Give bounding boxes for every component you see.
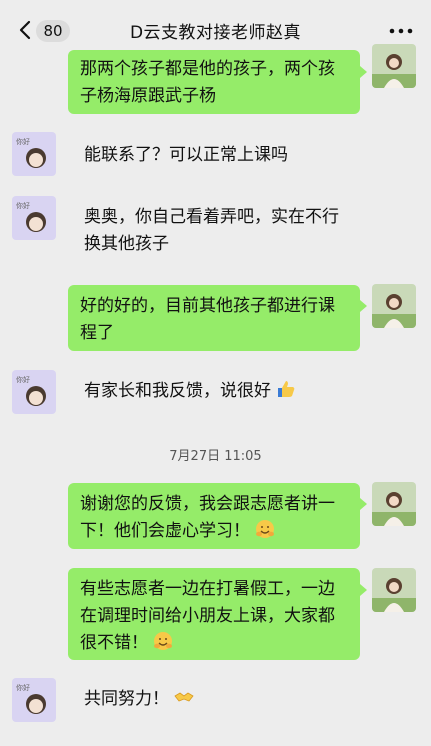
- bubble-tail: [360, 498, 367, 510]
- chat-title: D云支教对接老师赵真: [129, 23, 302, 43]
- contact-avatar[interactable]: 你好: [12, 370, 56, 414]
- timestamp: 7月27日 11:05: [169, 449, 262, 464]
- svg-text:你好: 你好: [16, 137, 30, 146]
- bubble-tail: [360, 300, 367, 312]
- bubble-tail: [360, 66, 367, 78]
- message-text: 有些志愿者一边在打暑假工，一边在调理时间给小朋友上课，大家都很不错！: [80, 579, 335, 653]
- message-text: 那两个孩子都是他的孩子，两个孩子杨海原跟武子杨: [80, 59, 335, 106]
- handshake-icon: [174, 692, 195, 702]
- message-bubble-sent[interactable]: 谢谢您的反馈，我会跟志愿者讲一下！他们会虚心学习！: [68, 483, 360, 549]
- message-bubble-received[interactable]: 共同努力！: [72, 686, 362, 716]
- message-text: 好的好的，目前其他孩子都进行课程了: [80, 296, 335, 343]
- message-bubble-received[interactable]: 奥奥，你自己看着弄吧，实在不行换其他孩子: [72, 204, 362, 260]
- contact-avatar[interactable]: 你好: [12, 132, 56, 176]
- more-options-icon[interactable]: [387, 22, 415, 40]
- message-bubble-received[interactable]: 有家长和我反馈，说很好: [72, 378, 362, 408]
- contact-avatar[interactable]: 你好: [12, 196, 56, 240]
- hug-face-icon: [154, 632, 173, 650]
- thumbs-up-icon: [278, 381, 295, 397]
- bubble-tail: [360, 584, 367, 596]
- message-bubble-sent[interactable]: 有些志愿者一边在打暑假工，一边在调理时间给小朋友上课，大家都很不错！: [68, 568, 360, 660]
- message-text: 谢谢您的反馈，我会跟志愿者讲一下！他们会虚心学习！: [80, 494, 335, 541]
- message-bubble-sent[interactable]: 好的好的，目前其他孩子都进行课程了: [68, 285, 360, 351]
- own-avatar[interactable]: [372, 284, 416, 328]
- svg-text:你好: 你好: [16, 375, 30, 384]
- message-text: 共同努力！: [84, 689, 169, 709]
- own-avatar[interactable]: [372, 482, 416, 526]
- own-avatar[interactable]: [372, 44, 416, 88]
- svg-text:你好: 你好: [16, 201, 30, 210]
- contact-avatar[interactable]: 你好: [12, 678, 56, 722]
- own-avatar[interactable]: [372, 568, 416, 612]
- message-text: 奥奥，你自己看着弄吧，实在不行换其他孩子: [84, 207, 339, 254]
- message-bubble-received[interactable]: 能联系了？可以正常上课吗: [72, 142, 362, 172]
- message-text: 有家长和我反馈，说很好: [84, 381, 271, 401]
- hug-face-icon: [256, 520, 275, 538]
- svg-text:你好: 你好: [16, 683, 30, 692]
- message-bubble-sent[interactable]: 那两个孩子都是他的孩子，两个孩子杨海原跟武子杨: [68, 50, 360, 114]
- message-text: 能联系了？可以正常上课吗: [84, 145, 288, 165]
